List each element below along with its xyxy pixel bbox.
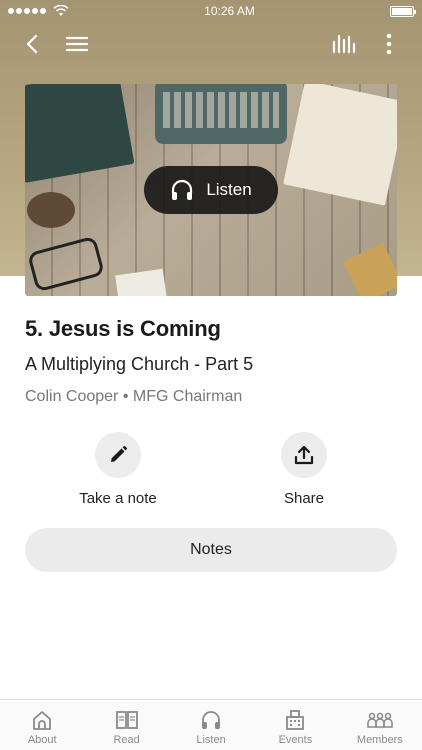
artwork-card <box>115 268 167 296</box>
headphones-icon <box>172 179 193 200</box>
tab-read-label: Read <box>113 734 140 746</box>
tab-bar: About Read Listen Events Members <box>0 699 422 750</box>
audio-levels-icon <box>332 34 356 54</box>
listen-button[interactable]: Listen <box>144 166 278 214</box>
take-note-label: Take a note <box>79 490 157 507</box>
open-book-icon <box>115 711 138 729</box>
sermon-series: A Multiplying Church - Part 5 <box>25 354 254 374</box>
menu-button[interactable] <box>61 28 93 60</box>
share-circle[interactable] <box>281 432 327 478</box>
artwork-book <box>25 84 135 183</box>
artwork-pinecone <box>27 192 75 228</box>
headphones-icon <box>202 711 221 729</box>
tab-members-label: Members <box>356 734 403 746</box>
take-note-circle[interactable] <box>95 432 141 478</box>
more-vertical-icon <box>386 33 392 55</box>
sermon-byline: Colin Cooper • MFG Chairman <box>25 388 242 406</box>
artwork-typewriter <box>155 84 287 144</box>
building-icon <box>286 710 305 730</box>
church-icon <box>33 711 52 730</box>
signal-icon <box>8 5 69 17</box>
notes-button[interactable]: Notes <box>25 528 397 572</box>
speaker-role: MFG Chairman <box>132 388 243 405</box>
artwork-box <box>343 242 397 296</box>
share-label: Share <box>283 490 325 507</box>
pencil-icon <box>111 446 127 462</box>
share-button[interactable]: Share <box>244 432 364 507</box>
chevron-left-icon <box>26 34 38 54</box>
tab-members[interactable]: Members <box>338 700 422 750</box>
wifi-icon <box>53 5 69 16</box>
artwork-glasses <box>27 235 105 293</box>
sermon-artwork: Listen <box>25 84 397 296</box>
tab-listen-label: Listen <box>196 734 226 746</box>
sermon-title: 5. Jesus is Coming <box>25 316 221 341</box>
take-note-button[interactable]: Take a note <box>58 432 178 507</box>
speaker-name: Colin Cooper <box>25 388 119 405</box>
status-time: 10:26 AM <box>204 4 255 18</box>
status-bar: 10:26 AM <box>0 0 422 22</box>
listen-label: Listen <box>206 180 252 199</box>
tab-events-label: Events <box>278 734 313 746</box>
nav-bar <box>0 22 422 66</box>
tab-read[interactable]: Read <box>84 700 168 750</box>
share-upload-icon <box>294 445 314 465</box>
more-button[interactable] <box>373 28 405 60</box>
tab-listen[interactable]: Listen <box>169 700 253 750</box>
byline-separator: • <box>122 388 129 405</box>
back-button[interactable] <box>16 28 48 60</box>
tab-events[interactable]: Events <box>253 700 337 750</box>
audio-button[interactable] <box>328 28 360 60</box>
group-icon <box>367 712 393 728</box>
battery-icon <box>389 5 416 17</box>
hamburger-icon <box>65 36 89 52</box>
artwork-notebook <box>283 84 397 206</box>
notes-label: Notes <box>190 541 232 558</box>
tab-about[interactable]: About <box>0 700 84 750</box>
tab-about-label: About <box>27 734 57 746</box>
